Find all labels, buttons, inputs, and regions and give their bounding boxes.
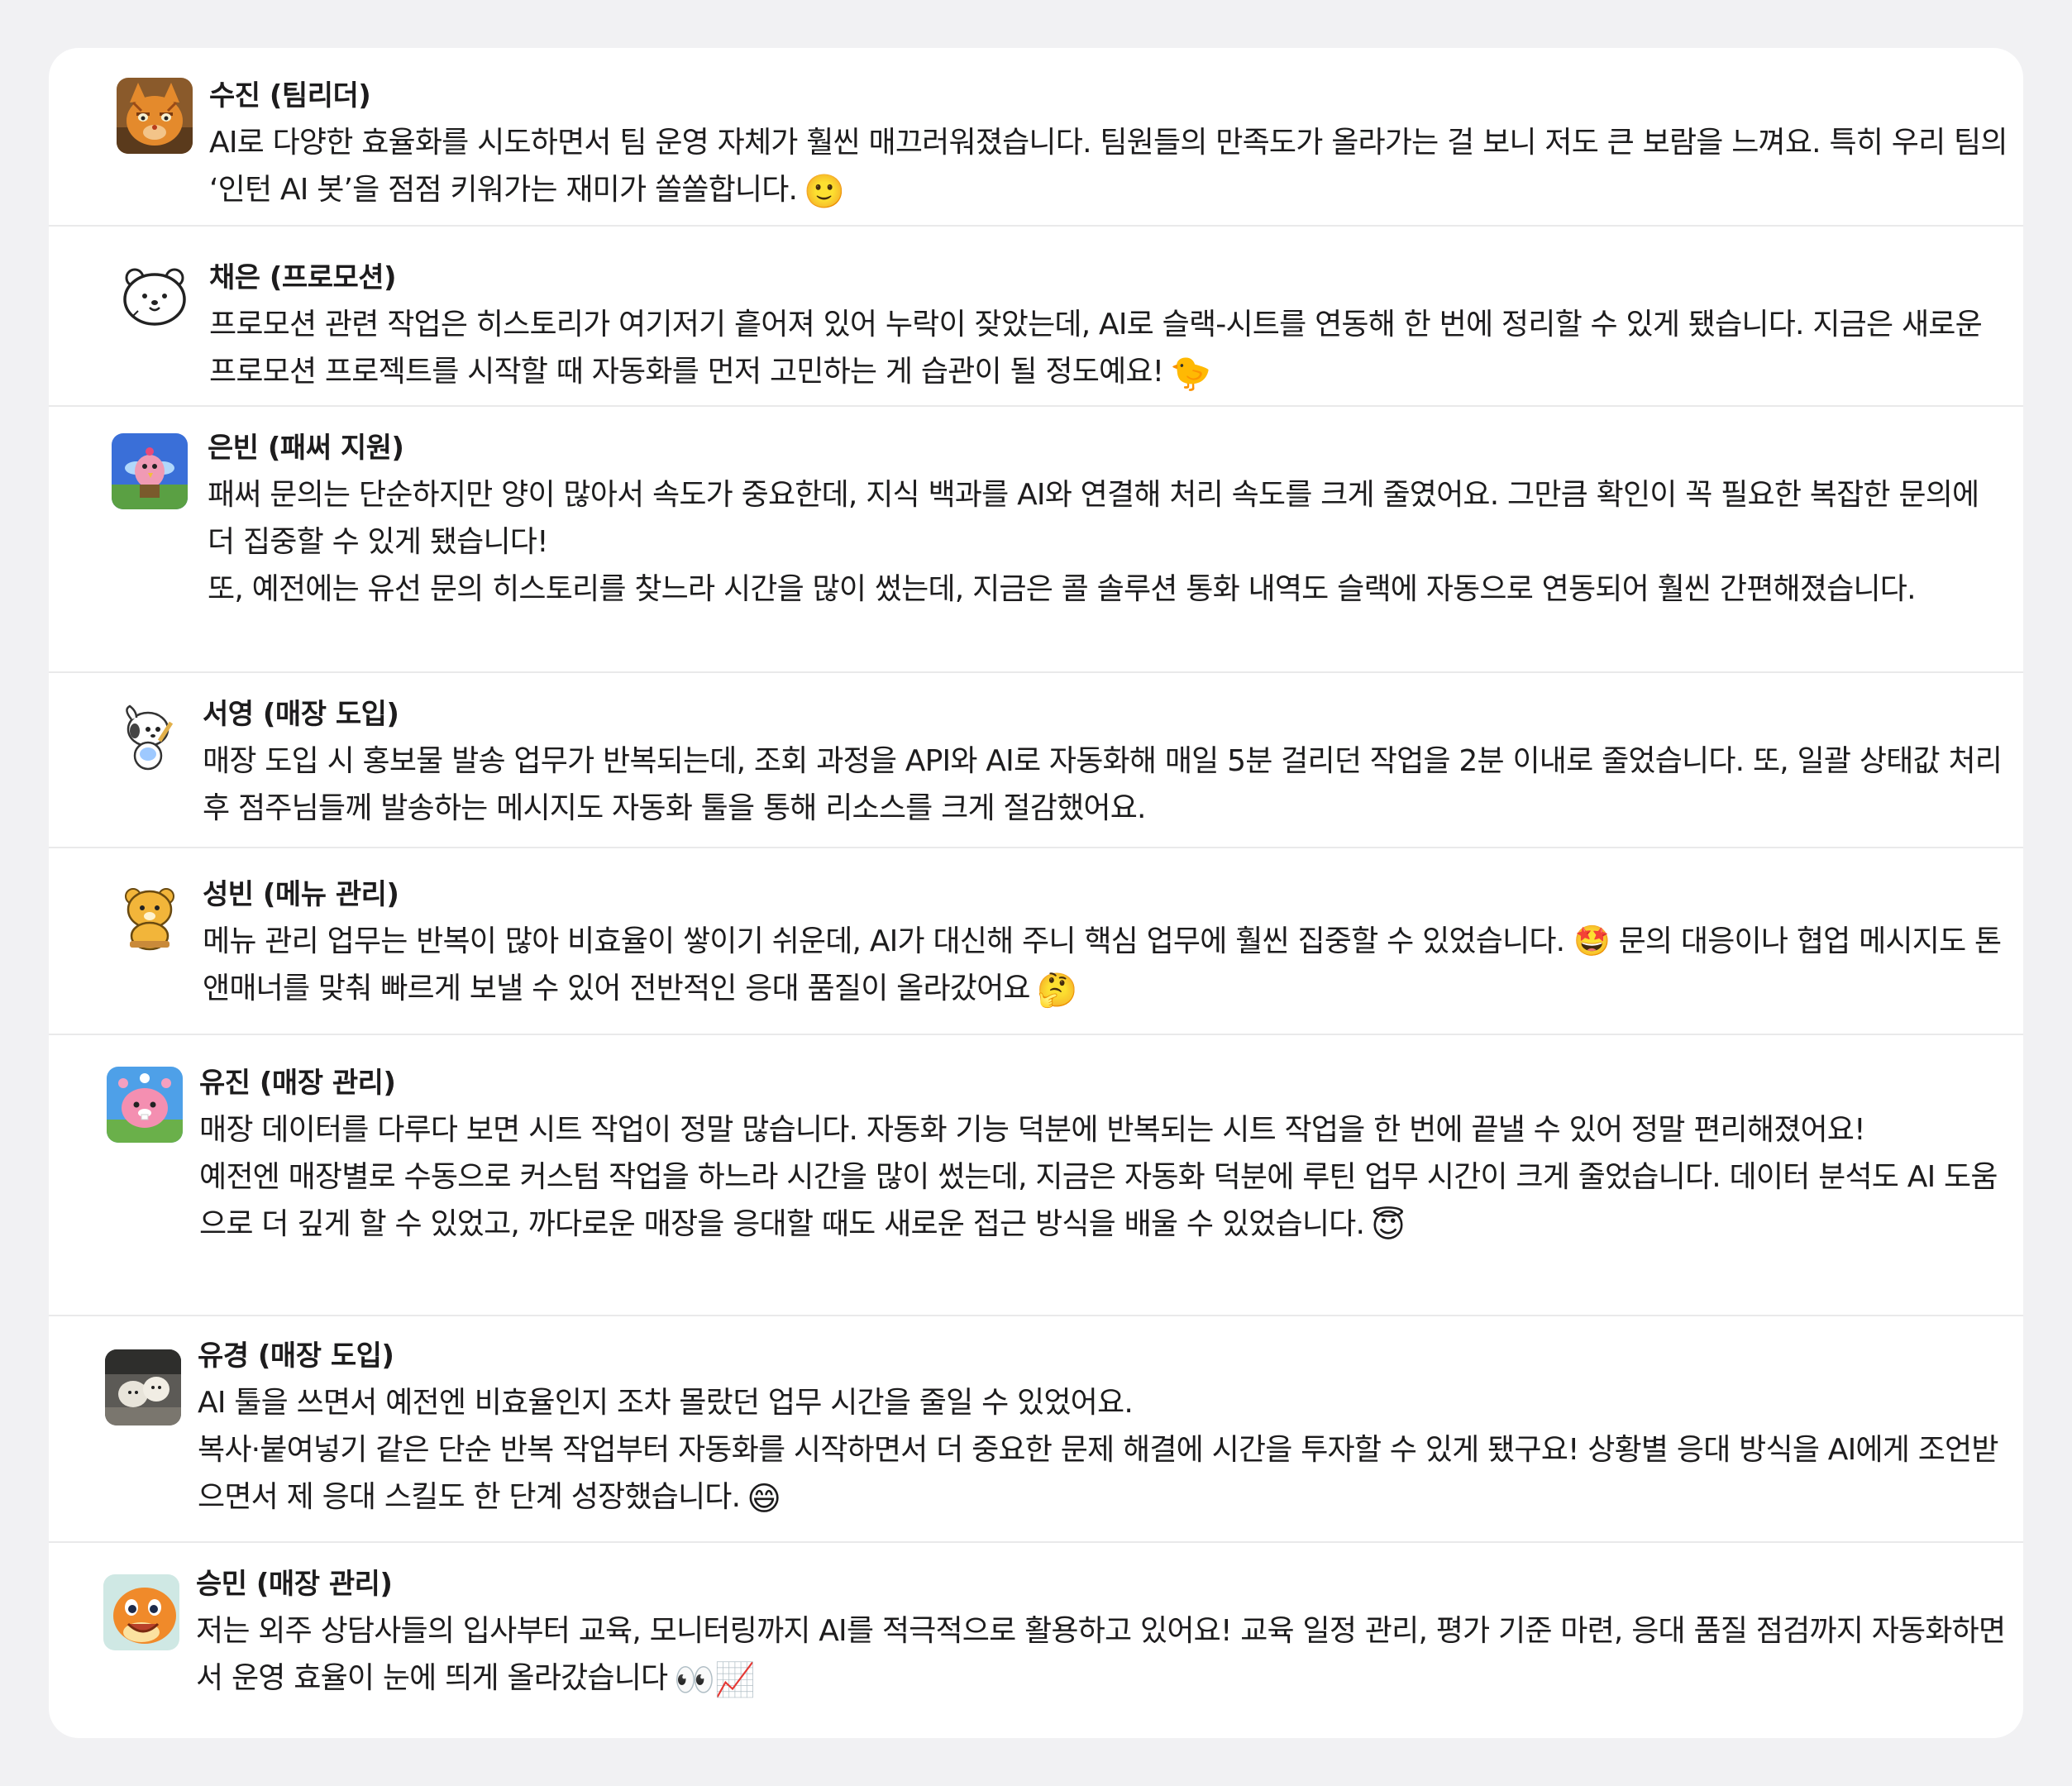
author-name[interactable]: 수진 (팀리더) — [209, 73, 2010, 119]
message-item: 승민 (매장 관리) 저는 외주 상담사들의 입사부터 교육, 모니터링까지 A… — [49, 1543, 2023, 1738]
message-text: 메뉴 관리 업무는 반복이 많아 비효율이 쌓이기 쉬운데, AI가 대신해 주… — [203, 924, 2002, 1010]
feedback-card: 수진 (팀리더) AI로 다양한 효율화를 시도하면서 팀 운영 자체가 훨씬 … — [49, 48, 2023, 1738]
thinking-face-emoji: 🤔 — [1036, 972, 1078, 1010]
message-item: 은빈 (패써 지원) 패써 문의는 단순하지만 양이 많아서 속도가 중요한데,… — [49, 407, 2023, 673]
message-text: 매장 도입 시 홍보물 발송 업무가 반복되는데, 조회 과정을 API와 AI… — [203, 744, 2003, 825]
author-name[interactable]: 은빈 (패써 지원) — [208, 425, 2010, 471]
eyes-and-chart-increasing-emoji: 👀📈 — [674, 1661, 756, 1699]
message-text: AI 툴을 쓰면서 예전엔 비효율인지 조차 몰랐던 업무 시간을 줄일 수 있… — [198, 1386, 1134, 1420]
message-item: 채은 (프로모션) 프로모션 관련 작업은 히스토리가 여기저기 흩어져 있어 … — [49, 227, 2023, 407]
author-name[interactable]: 유경 (매장 도입) — [198, 1333, 2010, 1379]
message-item: 유경 (매장 도입) AI 툴을 쓰면서 예전엔 비효율인지 조차 몰랐던 업무… — [49, 1316, 2023, 1543]
grinning-face-emoji: 😄 — [747, 1480, 781, 1518]
message-item: 수진 (팀리더) AI로 다양한 효율화를 시도하면서 팀 운영 자체가 훨씬 … — [49, 48, 2023, 227]
pink-bird-avatar[interactable] — [112, 433, 188, 509]
message-item: 성빈 (메뉴 관리) 메뉴 관리 업무는 반복이 많아 비효율이 쌓이기 쉬운데… — [49, 848, 2023, 1035]
smiling-face-with-halo-emoji: 😇 — [1371, 1207, 1406, 1245]
message-text: 프로모션 관련 작업은 히스토리가 여기저기 흩어져 있어 누락이 잦았는데, … — [209, 308, 1983, 393]
yellow-bear-avatar[interactable] — [112, 878, 188, 954]
slightly-smiling-face-emoji: 🙂 — [804, 173, 845, 211]
message-item: 서영 (매장 도입) 매장 도입 시 홍보물 발송 업무가 반복되는데, 조회 … — [49, 673, 2023, 848]
hatching-chick-emoji: 🐤 — [1170, 355, 1211, 393]
bear-face-avatar[interactable] — [117, 256, 193, 332]
message-text: AI로 다양한 효율화를 시도하면서 팀 운영 자체가 훨씬 매끄러워졌습니다.… — [209, 126, 2008, 211]
pink-beaver-avatar[interactable] — [107, 1067, 183, 1143]
author-name[interactable]: 성빈 (메뉴 관리) — [203, 872, 2010, 918]
orange-cat-avatar[interactable] — [117, 78, 193, 154]
message-text: 저는 외주 상담사들의 입사부터 교육, 모니터링까지 AI를 적극적으로 활용… — [196, 1614, 2006, 1699]
author-name[interactable]: 유진 (매장 관리) — [199, 1060, 2010, 1106]
white-puppy-avatar[interactable] — [112, 701, 188, 777]
author-name[interactable]: 서영 (매장 도입) — [203, 691, 2010, 738]
message-text: 예전엔 매장별로 수동으로 커스텀 작업을 하느라 시간을 많이 썼는데, 지금… — [199, 1160, 1998, 1245]
message-text: 패써 문의는 단순하지만 양이 많아서 속도가 중요한데, 지식 백과를 AI와… — [208, 478, 1979, 559]
message-text: 복사·붙여넣기 같은 단순 반복 작업부터 자동화를 시작하면서 더 중요한 문… — [198, 1433, 1998, 1518]
message-text: 또, 예전에는 유선 문의 히스토리를 찾느라 시간을 많이 썼는데, 지금은 … — [208, 572, 1917, 606]
message-item: 유진 (매장 관리) 매장 데이터를 다루다 보면 시트 작업이 정말 많습니다… — [49, 1035, 2023, 1316]
message-text: 매장 데이터를 다루다 보면 시트 작업이 정말 많습니다. 자동화 기능 덕분… — [199, 1113, 1866, 1147]
author-name[interactable]: 승민 (매장 관리) — [196, 1561, 2010, 1607]
white-dogs-photo-avatar[interactable] — [105, 1349, 181, 1425]
orange-lizard-avatar[interactable] — [103, 1574, 179, 1650]
author-name[interactable]: 채은 (프로모션) — [209, 255, 2010, 301]
